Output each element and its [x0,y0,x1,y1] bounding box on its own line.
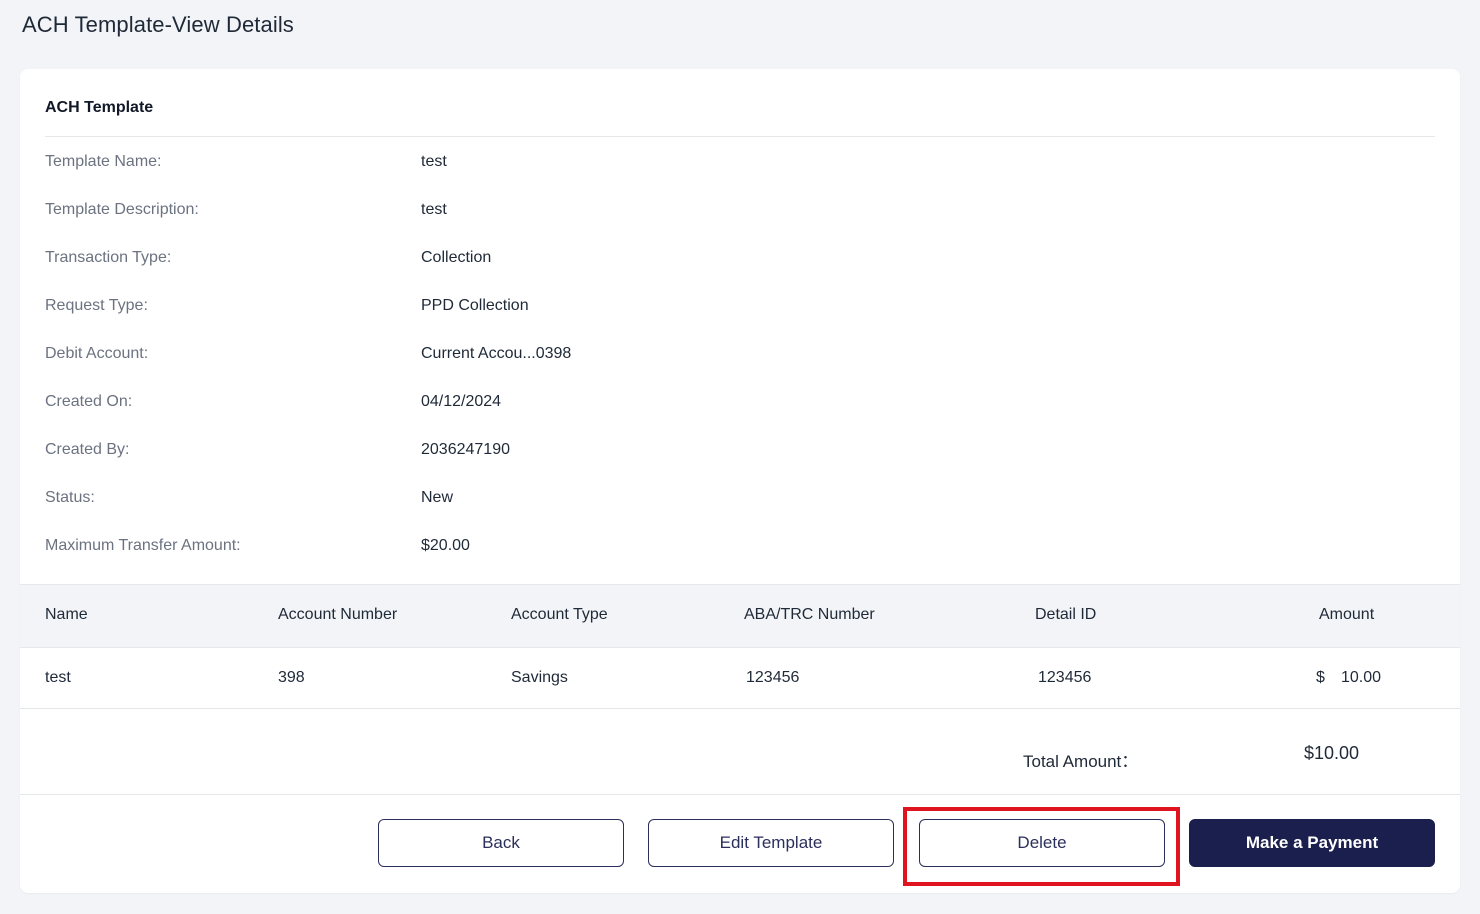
make-a-payment-button[interactable]: Make a Payment [1189,819,1435,867]
detail-row-status: Status: New [45,489,1435,513]
detail-value: test [421,153,447,170]
detail-label: Debit Account: [45,345,149,362]
cell-account-number: 398 [278,669,305,686]
detail-label: Request Type: [45,297,148,314]
section-title: ACH Template [45,99,154,116]
detail-row-created-on: Created On: 04/12/2024 [45,393,1435,417]
cell-name: test [45,669,71,686]
table-header: Name Account Number Account Type ABA/TRC… [20,584,1460,648]
detail-label: Transaction Type: [45,249,172,266]
column-header-amount: Amount [1319,606,1375,623]
detail-row-transaction-type: Transaction Type: Collection [45,249,1435,273]
table-row: test 398 Savings 123456 123456 $ 10.00 [20,647,1460,709]
cell-amount-currency: $ [1316,669,1325,686]
detail-label: Created By: [45,441,130,458]
detail-label: Template Name: [45,153,162,170]
detail-value: test [421,201,447,218]
section-divider [45,136,1435,137]
cell-amount: 10.00 [1341,669,1382,686]
page-title: ACH Template-View Details [22,12,294,37]
cell-aba-trc-number: 123456 [746,669,800,686]
cell-detail-id: 123456 [1038,669,1092,686]
detail-row-template-description: Template Description: test [45,201,1435,225]
detail-label: Template Description: [45,201,199,218]
detail-row-template-name: Template Name: test [45,153,1435,177]
detail-value: Collection [421,249,492,266]
detail-value: PPD Collection [421,297,529,314]
edit-template-button[interactable]: Edit Template [648,819,894,867]
detail-label: Status: [45,489,95,506]
delete-button[interactable]: Delete [919,819,1165,867]
column-header-aba-trc-number: ABA/TRC Number [744,606,875,623]
detail-row-request-type: Request Type: PPD Collection [45,297,1435,321]
column-header-account-type: Account Type [511,606,608,623]
column-header-name: Name [45,606,88,623]
total-amount-label: Total Amount： [1023,752,1139,771]
detail-value: 2036247190 [421,441,510,458]
detail-value: 04/12/2024 [421,393,502,410]
detail-row-debit-account: Debit Account: Current Accou...0398 [45,345,1435,369]
detail-label: Maximum Transfer Amount: [45,537,241,554]
detail-value: Current Accou...0398 [421,345,572,362]
column-header-detail-id: Detail ID [1035,606,1097,623]
detail-value: New [421,489,454,506]
total-summary: Total Amount： $10.00 [20,709,1460,795]
detail-value: $20.00 [421,537,470,554]
back-button[interactable]: Back [378,819,624,867]
column-header-account-number: Account Number [278,606,398,623]
cell-account-type: Savings [511,669,568,686]
detail-row-maximum-transfer-amount: Maximum Transfer Amount: $20.00 [45,537,1435,561]
template-details-card: ACH Template Template Name: test Templat… [20,69,1460,893]
total-amount-value: $10.00 [1304,743,1360,763]
detail-label: Created On: [45,393,133,410]
detail-row-created-by: Created By: 2036247190 [45,441,1435,465]
